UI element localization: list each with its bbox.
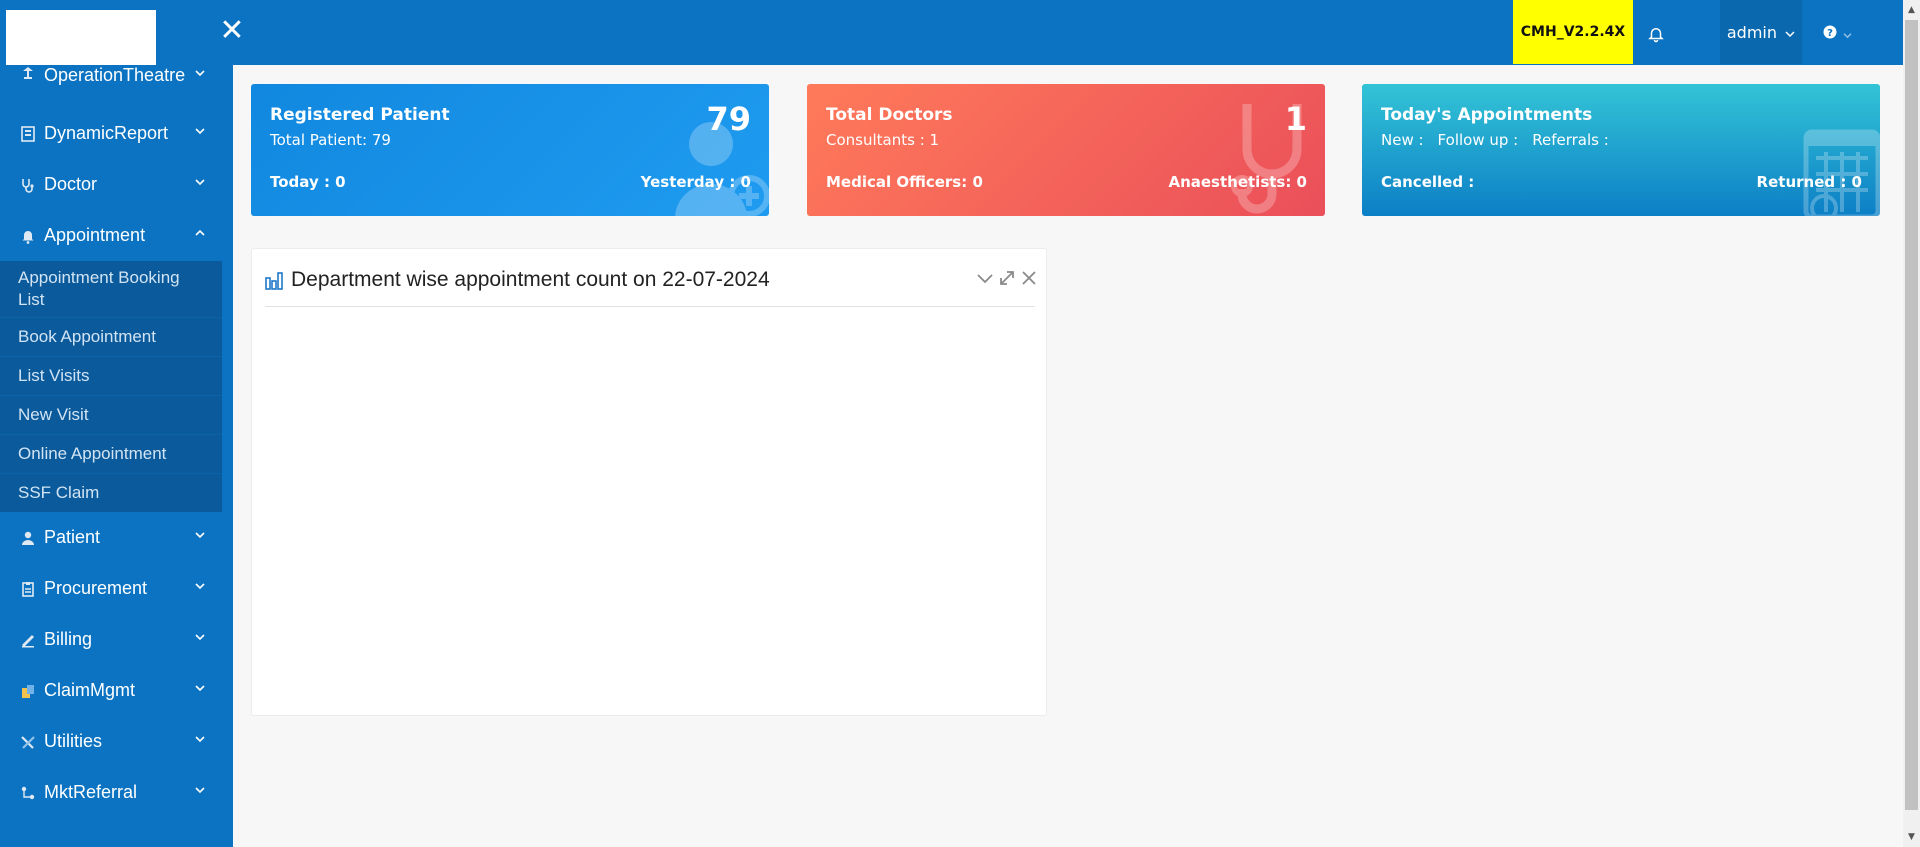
chevron-down-icon: [195, 685, 205, 692]
help-circle-icon: ?: [1823, 25, 1837, 39]
card-title: Today's Appointments: [1381, 105, 1593, 125]
todays-appointments-card: Today's Appointments New : Follow up : Ref…: [1362, 84, 1880, 216]
submenu-item-ssf-claim[interactable]: SSF Claim: [0, 474, 222, 512]
cancelled-count: Cancelled :: [1381, 173, 1475, 191]
total-doctors-count: 1: [1284, 100, 1307, 138]
sidebar-item-mktreferral[interactable]: MktReferral: [0, 767, 233, 818]
panel-title: Department wise appointment count on 22-…: [291, 268, 770, 291]
registered-patient-card: Registered Patient Total Patient: 79 79 …: [251, 84, 769, 216]
sidebar: OperationTheatre DynamicReport Doctor Ap…: [0, 65, 233, 847]
card-title: Registered Patient: [270, 105, 450, 125]
referrals-label: Referrals :: [1532, 131, 1609, 149]
chevron-down-icon: [195, 583, 205, 590]
calendar-icon: [1803, 129, 1880, 216]
submenu-item-appointment-booking-list[interactable]: Appointment Booking List: [0, 261, 222, 318]
logo: [6, 10, 156, 65]
scroll-up-icon[interactable]: ▲: [1906, 5, 1917, 15]
sidebar-item-label: OperationTheatre: [44, 65, 186, 85]
bar-chart-icon: [265, 272, 283, 290]
sidebar-item-label: ClaimMgmt: [44, 680, 136, 700]
appointment-submenu: Appointment Booking List Book Appointmen…: [0, 261, 222, 512]
submenu-item-online-appointment[interactable]: Online Appointment: [0, 435, 222, 474]
chevron-down-icon: [195, 787, 205, 794]
yesterday-count: Yesterday : 0: [640, 173, 751, 191]
sidebar-item-claimmgmt[interactable]: ClaimMgmt: [0, 665, 233, 716]
stethoscope-icon: [1231, 104, 1302, 214]
submenu-item-book-appointment[interactable]: Book Appointment: [0, 318, 222, 357]
sidebar-item-label: Utilities: [44, 731, 103, 751]
bell-icon: [20, 228, 36, 244]
today-count: Today : 0: [270, 173, 346, 191]
sidebar-item-label: Doctor: [44, 174, 98, 194]
consultants-text: Consultants : 1: [826, 131, 940, 149]
card-title: Total Doctors: [826, 105, 953, 125]
help-menu[interactable]: ?: [1823, 25, 1852, 43]
chevron-down-icon: [195, 532, 205, 539]
referral-icon: [20, 785, 36, 801]
user-menu[interactable]: admin: [1720, 0, 1802, 64]
stethoscope-icon: [20, 177, 36, 193]
chevron-down-icon: [195, 128, 205, 135]
sidebar-item-dynamicreport[interactable]: DynamicReport: [0, 108, 233, 159]
sidebar-item-billing[interactable]: Billing: [0, 614, 233, 665]
appointment-breakdown: New : Follow up : Referrals :: [1381, 131, 1623, 149]
department-appointment-panel: Department wise appointment count on 22-…: [251, 248, 1047, 716]
bell-icon[interactable]: [1647, 25, 1667, 45]
submenu-item-new-visit[interactable]: New Visit: [0, 396, 222, 435]
sidebar-item-procurement[interactable]: Procurement: [0, 563, 233, 614]
billing-icon: [20, 632, 36, 648]
total-patient-text: Total Patient: 79: [270, 131, 391, 149]
chevron-down-icon: [195, 634, 205, 641]
sidebar-item-label: DynamicReport: [44, 123, 169, 143]
scroll-down-icon[interactable]: ▼: [1906, 832, 1917, 842]
expand-icon[interactable]: [998, 269, 1016, 287]
chevron-down-icon: [195, 70, 205, 77]
user-label: admin: [1726, 23, 1778, 42]
panel-divider: [265, 306, 1035, 307]
sidebar-item-operationtheatre[interactable]: OperationTheatre: [0, 65, 233, 86]
svg-text:?: ?: [1827, 28, 1833, 39]
chevron-down-icon: [1785, 31, 1795, 38]
sidebar-item-doctor[interactable]: Doctor: [0, 159, 233, 210]
user-icon: [20, 530, 36, 546]
chevron-down-icon: [1843, 33, 1852, 39]
sidebar-item-appointment[interactable]: Appointment: [0, 210, 233, 261]
medical-officers-count: Medical Officers: 0: [826, 173, 983, 191]
sidebar-item-label: Procurement: [44, 578, 148, 598]
report-icon: [20, 125, 36, 142]
submenu-item-list-visits[interactable]: List Visits: [0, 357, 222, 396]
chevron-up-icon: [195, 229, 205, 236]
lamp-icon: [20, 65, 36, 81]
returned-count: Returned : 0: [1756, 173, 1862, 191]
tools-icon: [20, 734, 36, 750]
close-sidebar-button[interactable]: ✕: [218, 16, 246, 46]
claim-icon: [20, 683, 36, 699]
clipboard-icon: [20, 581, 36, 597]
new-label: New :: [1381, 131, 1424, 149]
top-navbar: ✕ CMH_V2.2.4X admin ?: [0, 0, 1920, 65]
version-badge: CMH_V2.2.4X: [1513, 0, 1633, 64]
followup-label: Follow up :: [1437, 131, 1519, 149]
chevron-down-icon: [195, 179, 205, 186]
chevron-down-icon: [195, 736, 205, 743]
close-icon[interactable]: [1020, 269, 1038, 287]
sidebar-item-label: Patient: [44, 527, 101, 547]
sidebar-item-utilities[interactable]: Utilities: [0, 716, 233, 767]
anaesthetists-count: Anaesthetists: 0: [1168, 173, 1307, 191]
sidebar-item-patient[interactable]: Patient: [0, 512, 233, 563]
collapse-icon[interactable]: [976, 269, 994, 287]
registered-patient-count: 79: [706, 100, 751, 138]
sidebar-item-label: MktReferral: [44, 782, 138, 802]
sidebar-item-label: Billing: [44, 629, 93, 649]
total-doctors-card: Total Doctors Consultants : 1 1 Medical …: [807, 84, 1325, 216]
sidebar-item-label: Appointment: [44, 225, 146, 245]
page-scrollbar-thumb[interactable]: [1905, 20, 1918, 810]
